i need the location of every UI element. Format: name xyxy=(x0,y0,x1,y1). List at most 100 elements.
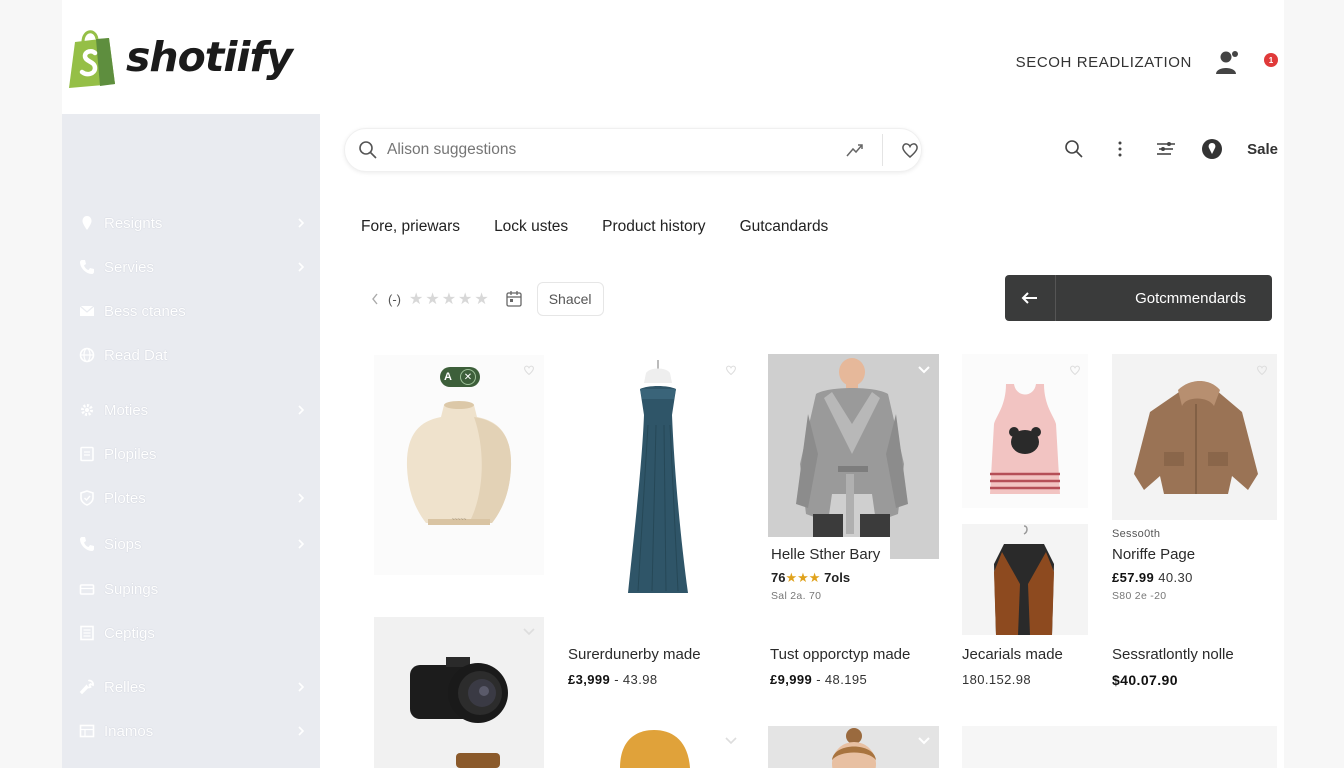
list-icon xyxy=(78,624,96,642)
product-image-coat[interactable] xyxy=(768,354,939,559)
chevron-down-icon[interactable] xyxy=(522,625,536,639)
sidebar-item-label: Resignts xyxy=(104,214,163,232)
sidebar-item[interactable]: Ceptigs xyxy=(78,617,308,649)
tab-4[interactable]: Gutcandards xyxy=(740,218,829,236)
document-icon xyxy=(78,445,96,463)
table-icon xyxy=(78,722,96,740)
sale-link[interactable]: Sale xyxy=(1247,141,1278,158)
sidebar-item[interactable]: Moties xyxy=(78,394,308,426)
sidebar-item-label: Supings xyxy=(104,580,159,598)
sidebar-item-label: Read Dat xyxy=(104,346,168,364)
chevron-right-icon xyxy=(294,724,308,738)
arrow-left-icon[interactable] xyxy=(1005,275,1056,321)
brand-logo[interactable]: shotiify xyxy=(66,26,293,88)
product-title[interactable]: Helle Sther Bary xyxy=(771,546,880,563)
product-title[interactable]: Noriffe Page xyxy=(1112,546,1195,563)
phone-icon xyxy=(78,535,96,553)
chevron-down-icon[interactable] xyxy=(917,734,931,748)
heart-icon[interactable] xyxy=(1068,363,1082,377)
product-image-vest[interactable] xyxy=(962,524,1088,635)
header-link[interactable]: SECOH READLIZATION xyxy=(1016,54,1192,71)
price-rest: 180.152.98 xyxy=(962,672,1032,687)
product-image-placeholder[interactable] xyxy=(962,726,1277,768)
sidebar-item[interactable]: Plotes xyxy=(78,482,308,514)
tab-1[interactable]: Fore, priewars xyxy=(361,218,460,236)
more-vertical-icon[interactable] xyxy=(1107,136,1133,162)
star-icon[interactable]: ★ xyxy=(458,289,472,309)
price-main: £9,999 xyxy=(770,672,813,687)
product-image-hat[interactable] xyxy=(600,724,700,768)
sidebar-item[interactable]: Read Dat xyxy=(78,339,308,371)
chevron-left-icon[interactable] xyxy=(370,291,380,307)
product-image-gown[interactable] xyxy=(568,355,743,615)
close-icon[interactable]: ✕ xyxy=(459,369,476,385)
product-image-jacket[interactable] xyxy=(1112,354,1277,520)
price-rest: - 43.98 xyxy=(614,672,658,687)
price-rest: - 48.195 xyxy=(816,672,868,687)
price-main: £3,999 xyxy=(568,672,611,687)
sidebar-item-label: Siops xyxy=(104,535,142,553)
badge-letter: A xyxy=(444,371,452,383)
product-price: £3,999 - 43.98 xyxy=(568,672,657,687)
product-image-tank[interactable] xyxy=(962,354,1088,508)
product-image-model[interactable] xyxy=(768,726,939,768)
location-pin-icon[interactable] xyxy=(1199,136,1225,162)
star-icon: ★★★ xyxy=(785,570,821,585)
product-image-camera[interactable] xyxy=(374,617,544,768)
product-badge[interactable]: A ✕ xyxy=(440,367,480,387)
filter-lines-icon[interactable] xyxy=(1153,136,1179,162)
sidebar-item[interactable]: Bess ctanes xyxy=(78,295,308,327)
search-icon[interactable] xyxy=(1061,136,1087,162)
product-title[interactable]: Tust opporctyp made xyxy=(770,646,910,663)
heart-icon[interactable] xyxy=(522,363,536,377)
sidebar-item[interactable]: Siops xyxy=(78,528,308,560)
product-title[interactable]: Jecarials made xyxy=(962,646,1063,663)
product-sub: Sal 2a. 70 xyxy=(771,590,822,602)
price-main: $40.07.90 xyxy=(1112,672,1178,688)
shopping-bag-icon xyxy=(66,26,118,88)
tab-product-history[interactable]: Product history xyxy=(602,218,705,236)
sidebar-item-label: Inamos xyxy=(104,722,154,740)
sidebar-item[interactable]: Resignts xyxy=(78,207,308,239)
filter-row: (-) ★ ★ ★ ★ ★ Shacel xyxy=(370,282,604,316)
chevron-down-icon[interactable] xyxy=(917,363,931,377)
star-icon[interactable]: ★ xyxy=(474,289,488,309)
rating-filter[interactable]: ★ ★ ★ ★ ★ xyxy=(409,289,489,309)
search-input[interactable] xyxy=(387,141,817,159)
shacel-button[interactable]: Shacel xyxy=(536,282,604,316)
star-icon[interactable]: ★ xyxy=(425,289,439,309)
sidebar-item[interactable]: Inamos xyxy=(78,715,308,747)
cta-label: Gotcmmendards xyxy=(1135,289,1246,307)
chevron-right-icon xyxy=(294,491,308,505)
search-divider xyxy=(882,134,883,166)
product-image-mannequin[interactable]: ~~~~~ xyxy=(374,355,544,575)
search-bar[interactable] xyxy=(344,128,922,172)
heart-icon[interactable] xyxy=(724,363,738,377)
sidebar-item[interactable]: Supings xyxy=(78,573,308,605)
sidebar-item[interactable]: Relles xyxy=(78,671,308,703)
chevron-down-icon[interactable] xyxy=(724,734,738,748)
globe-icon xyxy=(78,346,96,364)
sidebar-item[interactable]: Plopiles xyxy=(78,438,308,470)
sidebar-item[interactable]: Servies xyxy=(78,251,308,283)
product-price: £57.99 40.30 xyxy=(1112,570,1193,585)
product-title[interactable]: Sessratlontly nolle xyxy=(1112,646,1234,663)
heart-icon[interactable] xyxy=(1255,363,1269,377)
heart-icon[interactable] xyxy=(899,139,921,161)
sidebar-item-label: Servies xyxy=(104,258,155,276)
user-icon[interactable] xyxy=(1214,48,1242,76)
tab-2[interactable]: Lock ustes xyxy=(494,218,568,236)
product-tag: Sesso0th xyxy=(1112,528,1161,540)
gear-icon xyxy=(78,401,96,419)
wrench-icon xyxy=(78,678,96,696)
trend-icon[interactable] xyxy=(844,139,866,161)
cta-button[interactable]: Gotcmmendards xyxy=(1005,275,1272,321)
notification-badge[interactable]: 1 xyxy=(1264,53,1278,67)
pin-icon xyxy=(78,214,96,232)
search-icon[interactable] xyxy=(358,140,378,160)
calendar-icon[interactable] xyxy=(505,290,523,308)
star-icon[interactable]: ★ xyxy=(409,289,423,309)
star-icon[interactable]: ★ xyxy=(442,289,456,309)
product-title[interactable]: Surerdunerby made xyxy=(568,646,701,663)
filter-paren[interactable]: (-) xyxy=(388,292,401,307)
